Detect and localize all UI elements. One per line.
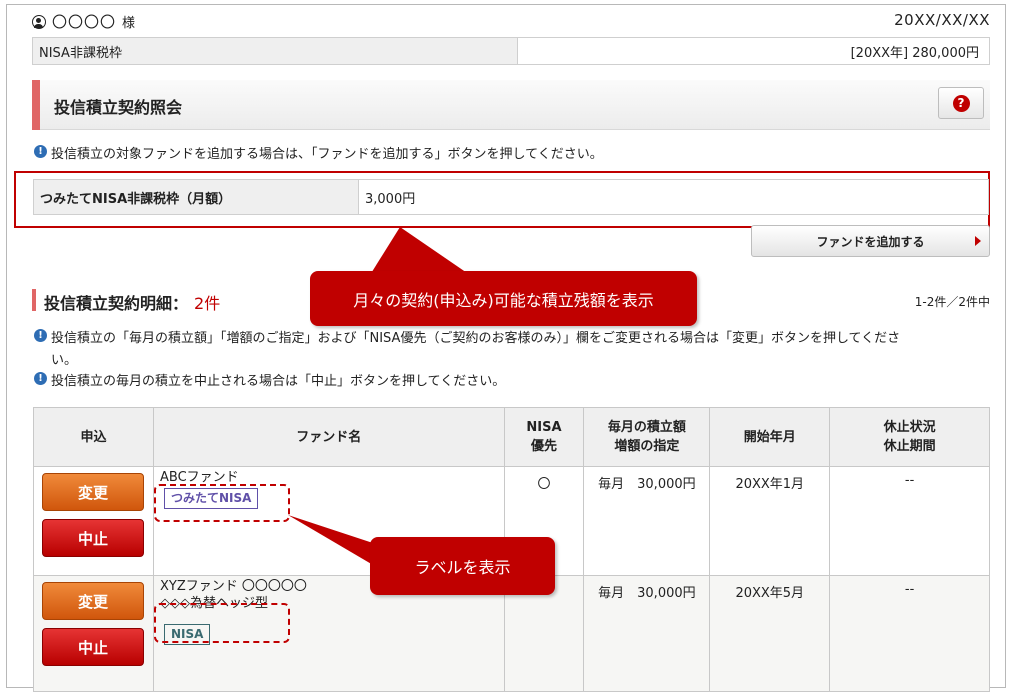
- stop-button[interactable]: 中止: [42, 628, 144, 666]
- header-nisa-line2: 優先: [530, 439, 557, 454]
- amount-cell: 毎月 30,000円: [583, 466, 711, 576]
- header-amount-line1: 毎月の積立額: [607, 420, 686, 435]
- tag-highlight-2: [154, 603, 290, 643]
- callout-label: ラベルを表示: [370, 537, 555, 595]
- section-count: 2件: [194, 294, 221, 313]
- apply-cell: 変更 中止: [33, 575, 154, 692]
- paging-info: 1-2件／2件中: [914, 295, 990, 309]
- status-cell: --: [829, 466, 990, 576]
- change-note: ! 投信積立の「毎月の積立額」「増額のご指定」および「NISA優先（ご契約のお客…: [34, 327, 994, 368]
- amount-cell: 毎月 30,000円: [583, 575, 711, 692]
- header-amount-line2: 増額の指定: [614, 439, 680, 454]
- header-status: 休止状況 休止期間: [829, 407, 990, 467]
- start-cell: 20XX年5月: [709, 575, 831, 692]
- callout-label-text: ラベルを表示: [414, 558, 511, 577]
- header-apply: 申込: [33, 407, 154, 467]
- status-cell: --: [829, 575, 990, 692]
- stop-note: ! 投信積立の毎月の積立を中止される場合は「中止」ボタンを押してください。: [34, 370, 505, 389]
- header-fund: ファンド名: [152, 407, 505, 467]
- callout-top-text: 月々の契約(申込み)可能な積立残額を表示: [353, 290, 654, 310]
- tag-highlight-1: [154, 484, 290, 522]
- apply-cell: 変更 中止: [33, 466, 154, 576]
- table-header-row: 申込 ファンド名 NISA 優先 毎月の積立額 増額の指定 開始年月 休止状況休止期…: [33, 407, 990, 467]
- header-status-line2: 休止期間: [883, 439, 936, 454]
- section-accent: [32, 289, 36, 311]
- section-title: 投信積立契約明細： 2件: [44, 290, 220, 314]
- change-button[interactable]: 変更: [42, 582, 144, 620]
- header-amount: 毎月の積立額 増額の指定: [583, 407, 711, 467]
- change-note-line1: 投信積立の「毎月の積立額」「増額のご指定」および「NISA優先（ご契約のお客様の…: [51, 331, 901, 346]
- change-note-line2: い。: [51, 353, 78, 368]
- callout-top-pointer: [370, 227, 470, 275]
- info-icon: !: [34, 329, 47, 342]
- header-nisa: NISA 優先: [503, 407, 585, 467]
- stop-button[interactable]: 中止: [42, 519, 144, 557]
- change-button[interactable]: 変更: [42, 473, 144, 511]
- stop-note-text: 投信積立の毎月の積立を中止される場合は「中止」ボタンを押してください。: [51, 374, 506, 389]
- header-status-line1: 休止状況: [883, 420, 936, 435]
- start-cell: 20XX年1月: [709, 466, 831, 576]
- header-nisa-line1: NISA: [526, 420, 562, 435]
- callout-top: 月々の契約(申込み)可能な積立残額を表示: [310, 271, 697, 326]
- info-icon: !: [34, 372, 47, 385]
- header-start: 開始年月: [709, 407, 831, 467]
- section-title-text: 投信積立契約明細：: [44, 294, 189, 313]
